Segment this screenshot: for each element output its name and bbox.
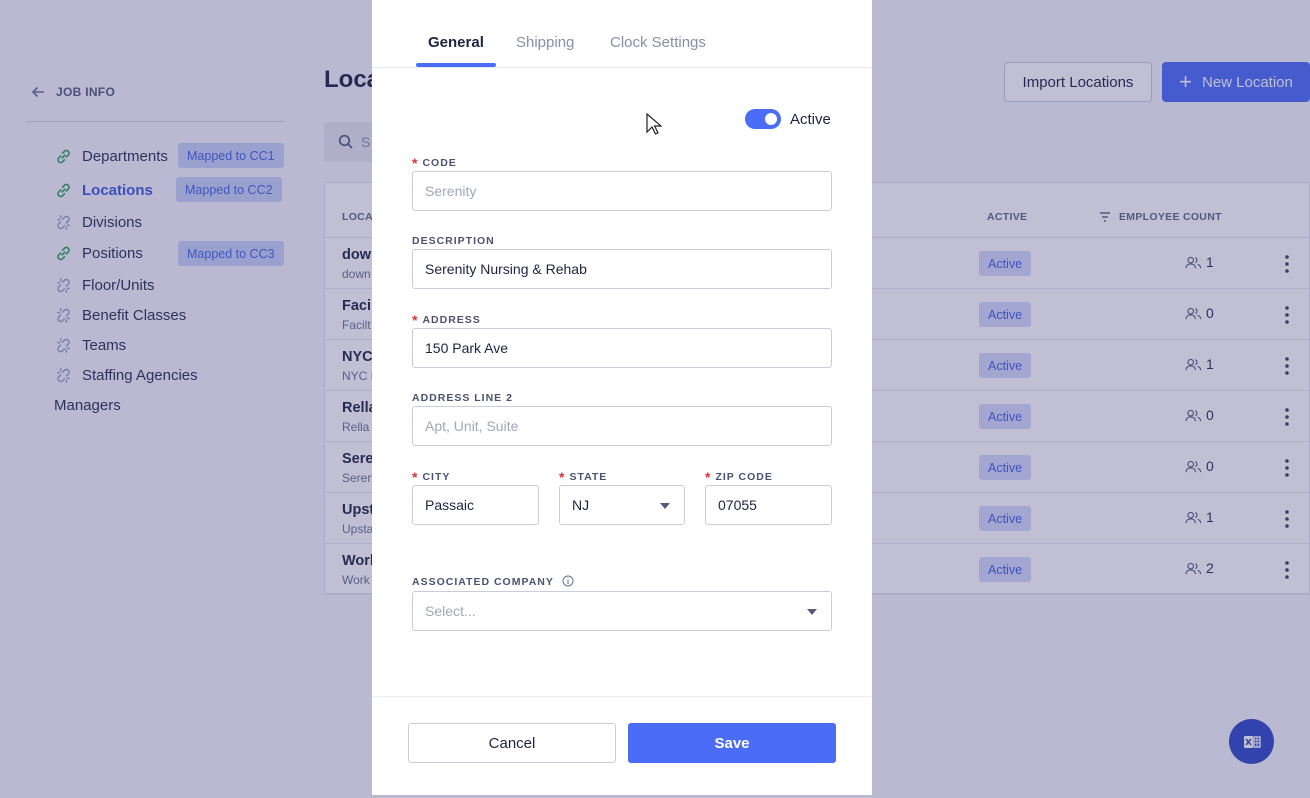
city-label-text: CITY <box>422 471 451 483</box>
address-line-2-label: ADDRESS LINE 2 <box>412 392 513 404</box>
modal-footer: Cancel Save <box>372 696 872 795</box>
associated-company-select[interactable]: Select... <box>412 591 832 631</box>
address-line-2-field[interactable]: Apt, Unit, Suite <box>412 406 832 446</box>
required-marker: * <box>412 312 419 328</box>
active-toggle-group: Active <box>745 109 831 129</box>
save-button[interactable]: Save <box>628 723 836 763</box>
active-tab-indicator <box>416 63 496 67</box>
mouse-cursor-icon <box>646 113 662 135</box>
active-toggle-label: Active <box>790 110 831 128</box>
associated-company-label: ASSOCIATED COMPANY <box>412 575 574 588</box>
code-label: * CODE <box>412 155 457 171</box>
zip-code-field[interactable]: 07055 <box>705 485 832 525</box>
city-value: Passaic <box>425 497 475 513</box>
state-select[interactable]: NJ <box>559 485 685 525</box>
required-marker: * <box>412 469 419 485</box>
tab-bar: General Shipping Clock Settings <box>372 0 872 68</box>
state-label-text: STATE <box>569 471 608 483</box>
address-field[interactable]: 150 Park Ave <box>412 328 832 368</box>
required-marker: * <box>559 469 566 485</box>
chevron-down-icon <box>807 609 817 615</box>
address-label: * ADDRESS <box>412 312 481 328</box>
tab-clock-settings[interactable]: Clock Settings <box>610 34 706 51</box>
tab-shipping[interactable]: Shipping <box>516 34 574 51</box>
tab-general[interactable]: General <box>428 34 484 51</box>
code-label-text: CODE <box>422 157 457 169</box>
associated-company-placeholder: Select... <box>425 603 476 619</box>
description-field[interactable]: Serenity Nursing & Rehab <box>412 249 832 289</box>
state-label: * STATE <box>559 469 607 485</box>
description-value: Serenity Nursing & Rehab <box>425 261 587 277</box>
cancel-button[interactable]: Cancel <box>408 723 616 763</box>
zip-code-label-text: ZIP CODE <box>715 471 773 483</box>
required-marker: * <box>705 469 712 485</box>
toggle-knob <box>765 113 777 125</box>
description-label: DESCRIPTION <box>412 235 495 247</box>
active-toggle[interactable] <box>745 109 781 129</box>
address-label-text: ADDRESS <box>422 314 481 326</box>
address-line-2-placeholder: Apt, Unit, Suite <box>425 418 519 434</box>
associated-company-label-text: ASSOCIATED COMPANY <box>412 576 554 588</box>
zip-code-value: 07055 <box>718 497 757 513</box>
zip-code-label: * ZIP CODE <box>705 469 773 485</box>
location-edit-modal: General Shipping Clock Settings Active *… <box>372 0 872 795</box>
address-value: 150 Park Ave <box>425 340 509 356</box>
chevron-down-icon <box>660 503 670 509</box>
city-label: * CITY <box>412 469 450 485</box>
info-icon[interactable] <box>562 575 574 587</box>
code-placeholder: Serenity <box>425 183 477 199</box>
city-field[interactable]: Passaic <box>412 485 539 525</box>
state-value: NJ <box>572 497 590 513</box>
required-marker: * <box>412 155 419 171</box>
code-field[interactable]: Serenity <box>412 171 832 211</box>
